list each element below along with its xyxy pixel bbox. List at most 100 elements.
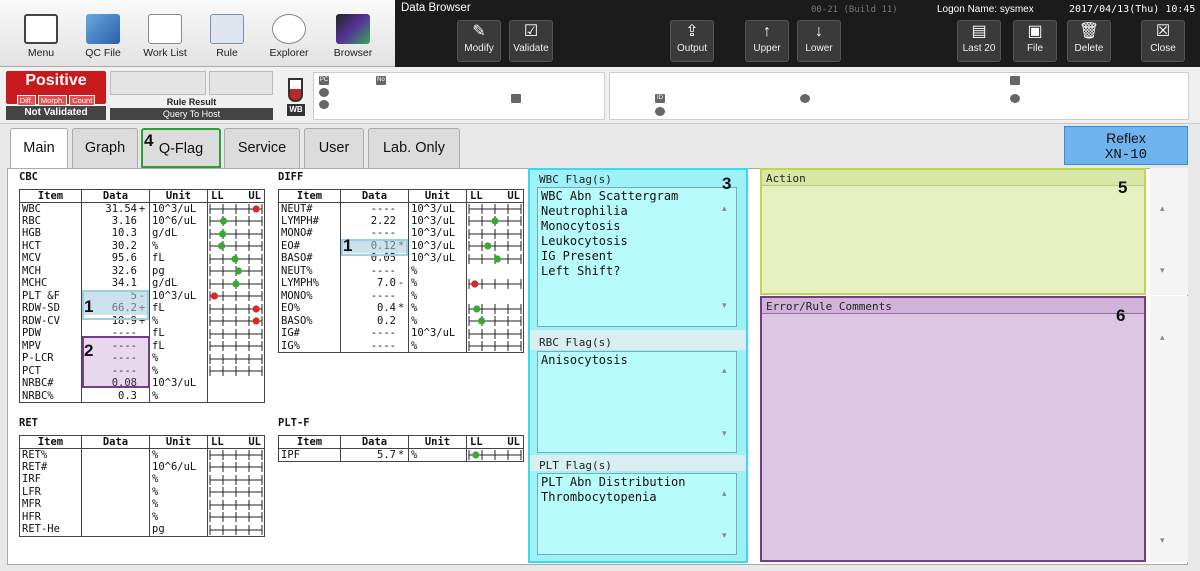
table-row[interactable]: HCT 30.2% <box>19 240 265 253</box>
range-cell <box>207 390 265 403</box>
item-cell: NEUT# <box>278 202 341 215</box>
range-marker <box>210 292 218 300</box>
table-row[interactable]: MONO% ----% <box>278 290 524 303</box>
item-cell: NRBC% <box>19 390 82 403</box>
plt-flags-list[interactable]: PLT Abn Distribution Thrombocytopenia <box>537 473 737 555</box>
table-row[interactable]: RBC 3.16 10^6/uL <box>19 215 265 228</box>
file-button[interactable]: ▣ File <box>1013 20 1057 62</box>
action-panel[interactable]: Action <box>760 168 1146 295</box>
tab-graph[interactable]: Graph <box>72 128 138 168</box>
upper-button[interactable]: ↑ Upper <box>745 20 789 62</box>
sample-type-badge: WB <box>287 104 305 116</box>
table-row[interactable]: MCHC 34.1 g/dL <box>19 277 265 290</box>
table-row[interactable]: RET# 10^6/uL <box>19 461 265 474</box>
data-browser-bar: Data Browser 00-21 (Build 11) Logon Name… <box>395 0 1200 67</box>
scroll-down-icon[interactable]: ▾ <box>722 300 727 311</box>
data-cell: 10.3 <box>81 227 150 240</box>
range-cell <box>207 202 265 215</box>
table-row[interactable]: IG% ----% <box>278 340 524 353</box>
table-row[interactable]: IPF 5.7 *% <box>278 448 524 462</box>
range-graph <box>209 291 263 302</box>
scroll-down-icon[interactable]: ▾ <box>1160 265 1165 276</box>
close-button[interactable]: ☒ Close <box>1141 20 1185 62</box>
scroll-up-icon[interactable]: ▴ <box>1160 332 1165 343</box>
tube-icon <box>288 78 303 102</box>
table-row[interactable]: EO% 0.4 *% <box>278 302 524 315</box>
explorer-button[interactable]: Explorer <box>258 6 320 64</box>
range-graph <box>209 499 263 510</box>
browser-button[interactable]: Browser <box>322 6 384 64</box>
range-cell <box>207 265 265 278</box>
range-graph <box>209 474 263 485</box>
tab-user[interactable]: User <box>304 128 364 168</box>
table-row[interactable]: HFR% <box>19 511 265 524</box>
menu-icon <box>24 14 58 44</box>
table-row[interactable]: MCH 32.6 pg <box>19 265 265 278</box>
tab-main[interactable]: Main <box>10 128 68 169</box>
range-cell <box>207 511 265 524</box>
table-row[interactable]: MCV 95.6 fL <box>19 252 265 265</box>
last-20-button[interactable]: ▤ Last 20 <box>957 20 1001 62</box>
query-to-host-button[interactable]: Query To Host <box>110 108 273 120</box>
table-row[interactable]: LFR% <box>19 486 265 499</box>
range-graph <box>468 341 522 351</box>
data-cell <box>81 511 150 524</box>
col-item: Item <box>19 435 82 449</box>
table-row[interactable]: LYMPH# 2.22 10^3/uL <box>278 215 524 228</box>
unit-cell: 10^3/uL <box>408 252 467 265</box>
table-row[interactable]: IG# ---- 10^3/uL <box>278 327 524 340</box>
table-row[interactable]: RET%% <box>19 448 265 461</box>
scroll-up-icon[interactable]: ▴ <box>722 203 727 214</box>
scroll-down-icon[interactable]: ▾ <box>722 530 727 541</box>
range-cell <box>207 473 265 486</box>
range-graph <box>467 265 523 277</box>
range-graph <box>208 390 264 402</box>
table-row[interactable]: BASO% 0.2% <box>278 315 524 328</box>
scroll-up-icon[interactable]: ▴ <box>722 365 727 376</box>
output-button[interactable]: ⇪ Output <box>670 20 714 62</box>
scroll-up-icon[interactable]: ▴ <box>722 488 727 499</box>
table-row[interactable]: WBC 31.54 +10^3/uL <box>19 202 265 215</box>
unit-cell: fL <box>149 327 208 340</box>
rbc-flags-list[interactable]: Anisocytosis <box>537 351 737 453</box>
work-list-button[interactable]: Work List <box>134 6 196 64</box>
delete-button[interactable]: 🗑 Delete <box>1067 20 1111 62</box>
table-row[interactable]: HGB 10.3 g/dL <box>19 227 265 240</box>
comments-panel[interactable]: Error/Rule Comments <box>760 296 1146 562</box>
table-row[interactable]: NEUT% ----% <box>278 265 524 278</box>
col-data: Data <box>81 189 150 203</box>
modify-button[interactable]: ✎ Modify <box>457 20 501 62</box>
cbc-title: CBC <box>19 171 38 183</box>
table-row[interactable]: RET-He pg <box>19 523 265 537</box>
range-cell <box>207 327 265 340</box>
validate-button[interactable]: ☑ Validate <box>509 20 553 62</box>
rule-result-label: Rule Result <box>166 97 217 107</box>
item-cell: LYMPH% <box>278 277 341 290</box>
range-cell <box>466 227 524 240</box>
menu-button[interactable]: Menu <box>10 6 72 64</box>
scroll-up-icon[interactable]: ▴ <box>1160 203 1165 214</box>
range-cell <box>207 377 265 390</box>
table-row[interactable]: NRBC% 0.3% <box>19 390 265 403</box>
scroll-down-icon[interactable]: ▾ <box>722 428 727 439</box>
range-marker <box>232 280 240 288</box>
reflex-button[interactable]: Reflex XN-10 <box>1064 126 1188 165</box>
patient-info-panel: ID <box>609 72 1189 120</box>
plt-f-table: Item Data Unit LL UL IPF 5.7 *% <box>278 435 524 462</box>
scroll-down-icon[interactable]: ▾ <box>1160 535 1165 546</box>
work-list-icon <box>148 14 182 44</box>
window-title: Data Browser <box>401 2 471 14</box>
wbc-flags-list[interactable]: WBC Abn Scattergram Neutrophilia Monocyt… <box>537 187 737 327</box>
unit-cell: % <box>149 498 208 511</box>
no-icon: No <box>376 76 386 85</box>
table-row[interactable]: IRF% <box>19 473 265 486</box>
rule-button[interactable]: Rule <box>196 6 258 64</box>
range-cell <box>207 227 265 240</box>
tab-lab-only[interactable]: Lab. Only <box>368 128 460 168</box>
table-row[interactable]: NEUT# ---- 10^3/uL <box>278 202 524 215</box>
table-row[interactable]: LYMPH% 7.0-% <box>278 277 524 290</box>
table-row[interactable]: MFR% <box>19 498 265 511</box>
tab-service[interactable]: Service <box>224 128 300 168</box>
qc-file-button[interactable]: QC File <box>72 6 134 64</box>
lower-button[interactable]: ↓ Lower <box>797 20 841 62</box>
